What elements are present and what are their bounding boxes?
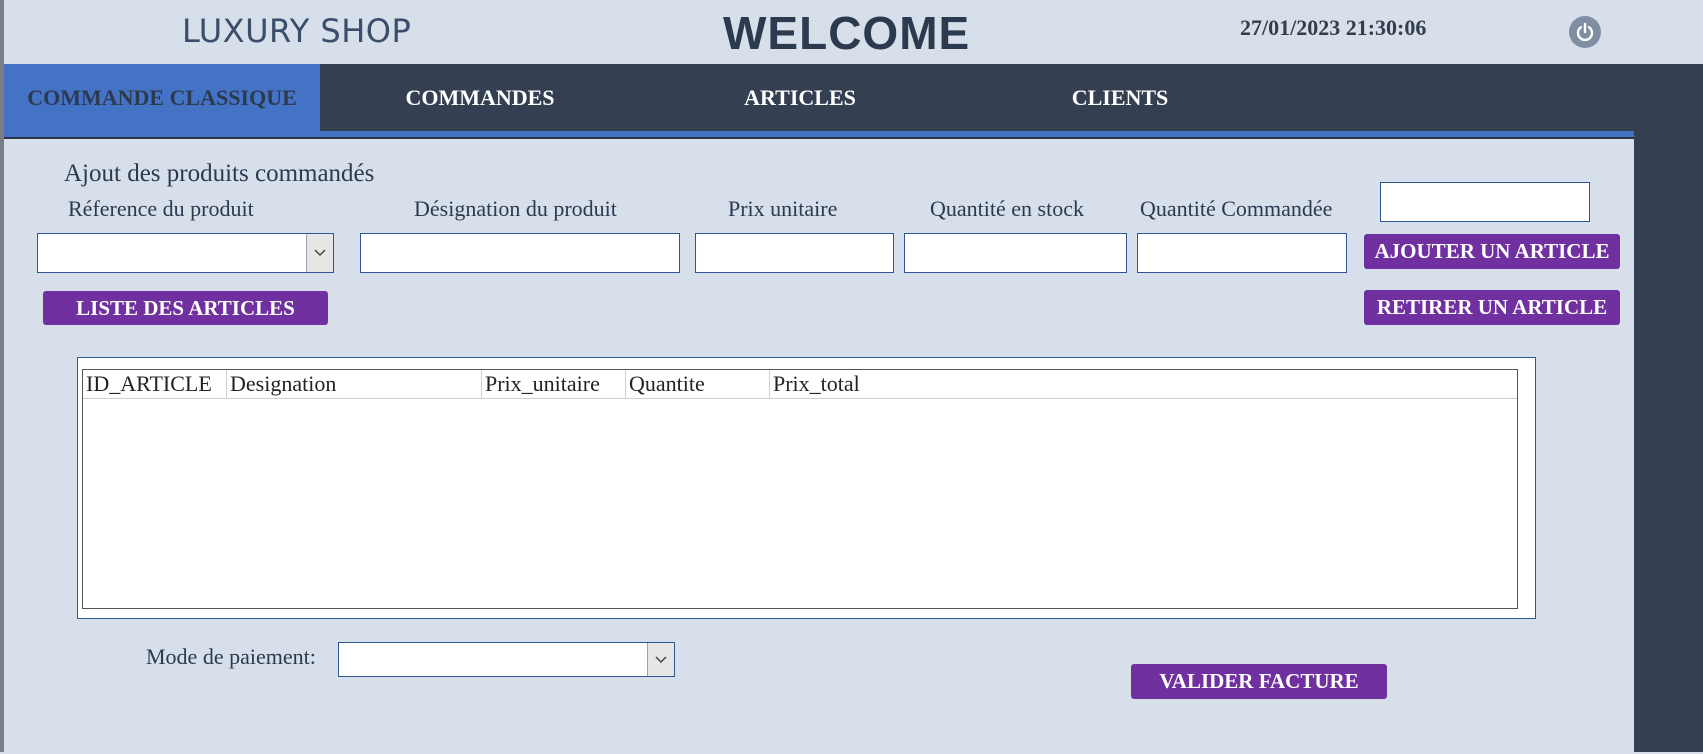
prix-unitaire-input[interactable] [695, 233, 894, 273]
reference-combobox[interactable] [37, 233, 334, 273]
right-side-panel [1634, 131, 1703, 752]
column-header-quantite[interactable]: Quantite [626, 370, 770, 398]
power-icon [1576, 22, 1594, 42]
label-quantite-commandee: Quantité Commandée [1140, 196, 1333, 221]
ajouter-article-button[interactable]: AJOUTER UN ARTICLE [1364, 234, 1620, 269]
label-mode-paiement: Mode de paiement: [146, 644, 316, 669]
liste-articles-button[interactable]: LISTE DES ARTICLES [43, 291, 328, 325]
label-prix-unitaire: Prix unitaire [728, 196, 838, 221]
column-header-prix-total[interactable]: Prix_total [770, 370, 970, 398]
articles-table[interactable]: ID_ARTICLE Designation Prix_unitaire Qua… [82, 369, 1518, 609]
tab-clients[interactable]: CLIENTS [1020, 64, 1220, 131]
header-bar: LUXURY SHOP WELCOME 27/01/2023 21:30:06 [4, 0, 1703, 64]
valider-facture-button[interactable]: VALIDER FACTURE [1131, 664, 1387, 699]
label-designation: Désignation du produit [414, 196, 617, 221]
power-button[interactable] [1569, 16, 1601, 48]
label-quantite-stock: Quantité en stock [930, 196, 1084, 221]
retirer-article-button[interactable]: RETIRER UN ARTICLE [1364, 290, 1620, 325]
datetime-display: 27/01/2023 21:30:06 [1240, 15, 1427, 40]
quantite-stock-input[interactable] [904, 233, 1127, 273]
tab-articles[interactable]: ARTICLES [700, 64, 900, 131]
welcome-title: WELCOME [723, 7, 971, 59]
mode-paiement-dropdown-button[interactable] [647, 643, 674, 676]
designation-input[interactable] [360, 233, 680, 273]
table-header: ID_ARTICLE Designation Prix_unitaire Qua… [83, 370, 1517, 399]
chevron-down-icon [314, 249, 326, 257]
quantite-commandee-input[interactable] [1137, 233, 1347, 273]
brand-title: LUXURY SHOP [182, 12, 412, 50]
tab-commande-classique[interactable]: COMMANDE CLASSIQUE [4, 64, 320, 131]
column-header-prix-unitaire[interactable]: Prix_unitaire [482, 370, 626, 398]
label-reference: Réference du produit [68, 196, 254, 221]
column-header-id-article[interactable]: ID_ARTICLE [83, 370, 227, 398]
mode-paiement-combobox[interactable] [338, 642, 675, 677]
reference-dropdown-button[interactable] [306, 234, 333, 272]
extra-input[interactable] [1380, 182, 1590, 222]
section-title: Ajout des produits commandés [64, 160, 375, 187]
tab-commandes[interactable]: COMMANDES [360, 64, 600, 131]
column-header-designation[interactable]: Designation [227, 370, 482, 398]
chevron-down-icon [655, 655, 667, 663]
